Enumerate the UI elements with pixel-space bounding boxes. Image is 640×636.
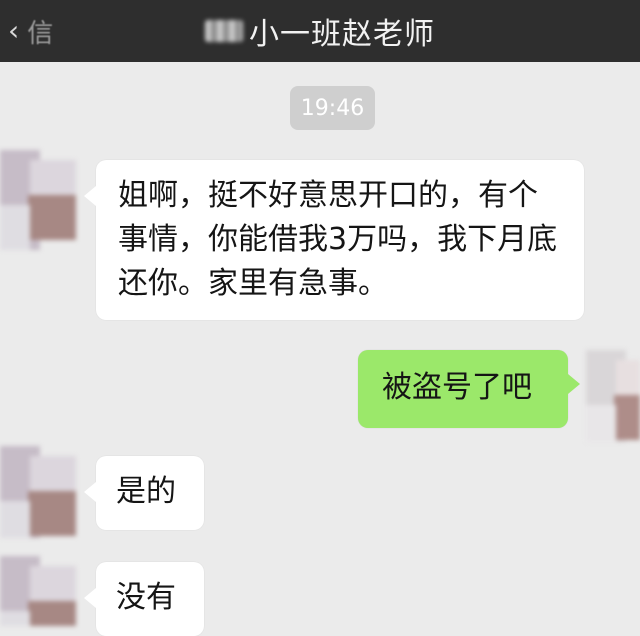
message-timestamp: 19:46 <box>290 86 375 130</box>
message-bubble-incoming[interactable]: 是的 <box>84 456 204 530</box>
chat-header: ‹ 信 小一班赵老师 <box>0 0 640 62</box>
contact-avatar[interactable] <box>0 556 76 626</box>
message-bubble-incoming[interactable]: 姐啊，挺不好意思开口的，有个事情，你能借我3万吗，我下月底还你。家里有急事。 <box>84 160 584 320</box>
message-bubble-outgoing[interactable]: 被盗号了吧 <box>358 350 580 428</box>
message-bubble-incoming[interactable]: 没有 <box>84 562 204 636</box>
contact-avatar[interactable] <box>0 150 76 250</box>
chat-title: 小一班赵老师 <box>249 17 435 52</box>
blurred-title-prefix <box>205 20 243 42</box>
contact-avatar[interactable] <box>0 446 76 538</box>
my-avatar[interactable] <box>586 350 640 442</box>
chat-title-container: 小一班赵老师 <box>0 0 640 62</box>
